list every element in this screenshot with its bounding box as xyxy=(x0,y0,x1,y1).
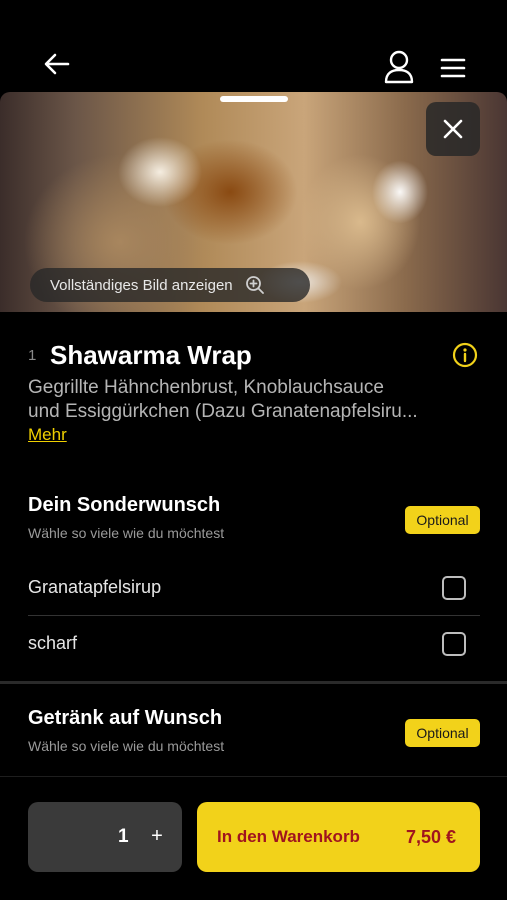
top-bar xyxy=(0,0,507,92)
section-drink-request: Getränk auf Wunsch Wähle so viele wie du… xyxy=(28,707,480,754)
show-full-image-button[interactable]: Vollständiges Bild anzeigen xyxy=(30,268,310,302)
product-number: 1 xyxy=(28,346,37,364)
quantity-value: 1 xyxy=(118,826,129,847)
arrow-left-icon xyxy=(44,53,70,75)
product-title-row: 1 Shawarma Wrap xyxy=(28,338,480,372)
add-to-cart-label: In den Warenkorb xyxy=(217,827,360,846)
hamburger-menu-icon xyxy=(440,58,466,78)
sheet-drag-handle[interactable] xyxy=(220,96,288,102)
quantity-stepper[interactable]: 1 + xyxy=(28,802,182,872)
quantity-plus-button[interactable]: + xyxy=(144,822,170,850)
price: 7,50 € xyxy=(405,826,456,847)
section-special-request: Dein Sonderwunsch Wähle so viele wie du … xyxy=(28,494,480,541)
close-icon xyxy=(443,119,463,139)
menu-button[interactable] xyxy=(437,52,469,84)
description-line-1: Gegrillte Hähnchenbrust, Knoblauchsauce xyxy=(28,377,384,398)
section-divider xyxy=(0,681,507,684)
back-button[interactable] xyxy=(40,48,74,82)
user-icon xyxy=(384,50,414,84)
checkbox[interactable] xyxy=(442,575,466,600)
product-title: Shawarma Wrap xyxy=(50,339,252,370)
option-label: scharf xyxy=(28,633,78,653)
optional-badge: Optional xyxy=(405,506,480,534)
optional-badge: Optional xyxy=(405,719,480,747)
description-line-2: und Essiggürkchen (Dazu Granatenapfelsir… xyxy=(28,401,418,422)
zoom-in-icon xyxy=(245,276,264,294)
option-row-scharf[interactable]: scharf xyxy=(28,616,480,671)
checkbox[interactable] xyxy=(442,631,466,656)
account-button[interactable] xyxy=(382,48,416,86)
info-button[interactable] xyxy=(452,342,478,368)
close-button[interactable] xyxy=(426,102,480,156)
option-label: Granatapfelsirup xyxy=(28,577,162,597)
product-description: Gegrillte Hähnchenbrust, Knoblauchsauce … xyxy=(28,376,480,424)
info-icon xyxy=(452,342,478,368)
more-link[interactable]: Mehr xyxy=(28,425,67,445)
add-to-cart-button[interactable]: In den Warenkorb 7,50 € xyxy=(197,802,480,872)
option-row-granatapfelsirup[interactable]: Granatapfelsirup xyxy=(28,560,480,615)
show-full-image-label: Vollständiges Bild anzeigen xyxy=(50,276,233,294)
